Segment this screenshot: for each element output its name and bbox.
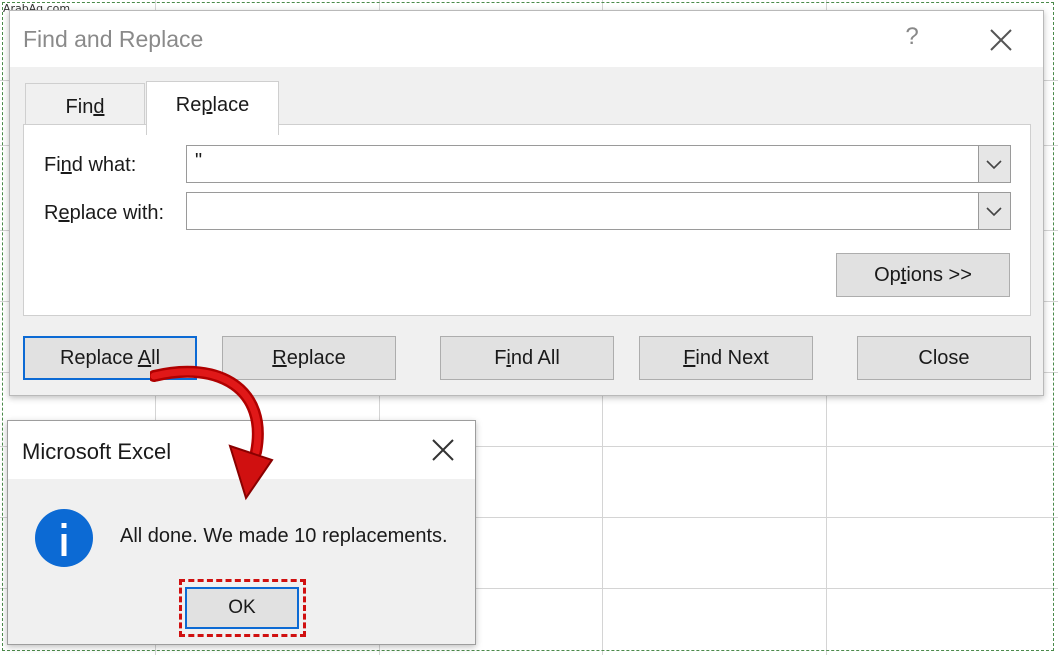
close-icon[interactable]: [984, 23, 1018, 57]
close-icon[interactable]: [428, 435, 458, 465]
tab-replace-label: Replace: [175, 94, 250, 116]
title-bar: Find and Replace ?: [10, 11, 1043, 67]
find-replace-dialog: Find and Replace ? Find Replace Find wha…: [9, 10, 1044, 396]
find-next-label: Find Next: [683, 347, 769, 369]
help-button[interactable]: ?: [898, 23, 926, 53]
find-what-combo[interactable]: ": [186, 145, 1011, 183]
options-label: Options >>: [874, 264, 972, 286]
find-all-button[interactable]: Find All: [440, 336, 614, 380]
dialog-title: Find and Replace: [23, 26, 204, 52]
close-label: Close: [918, 347, 970, 369]
tab-find[interactable]: Find: [25, 83, 145, 125]
info-icon: [35, 509, 93, 567]
message-text: All done. We made 10 replacements.: [120, 525, 448, 547]
tab-find-label: Find: [65, 96, 105, 118]
find-what-value: ": [195, 150, 203, 172]
annotation-arrow: [150, 365, 274, 501]
replace-with-dropdown[interactable]: [978, 193, 1010, 229]
message-title: Microsoft Excel: [22, 439, 172, 464]
options-button[interactable]: Options >>: [836, 253, 1010, 297]
find-what-label: Find what:: [44, 154, 137, 176]
ok-button[interactable]: OK: [185, 587, 299, 629]
find-next-button[interactable]: Find Next: [639, 336, 813, 380]
chevron-down-icon: [986, 207, 1002, 217]
replace-panel: Find what: " Replace with: Options >>: [23, 124, 1031, 316]
find-what-dropdown[interactable]: [978, 146, 1010, 182]
close-button[interactable]: Close: [857, 336, 1031, 380]
tab-replace[interactable]: Replace: [146, 81, 279, 135]
find-all-label: Find All: [494, 347, 560, 369]
chevron-down-icon: [986, 160, 1002, 170]
replace-all-label: Replace All: [59, 347, 161, 369]
replace-with-label: Replace with:: [44, 202, 165, 224]
replace-with-combo[interactable]: [186, 192, 1011, 230]
